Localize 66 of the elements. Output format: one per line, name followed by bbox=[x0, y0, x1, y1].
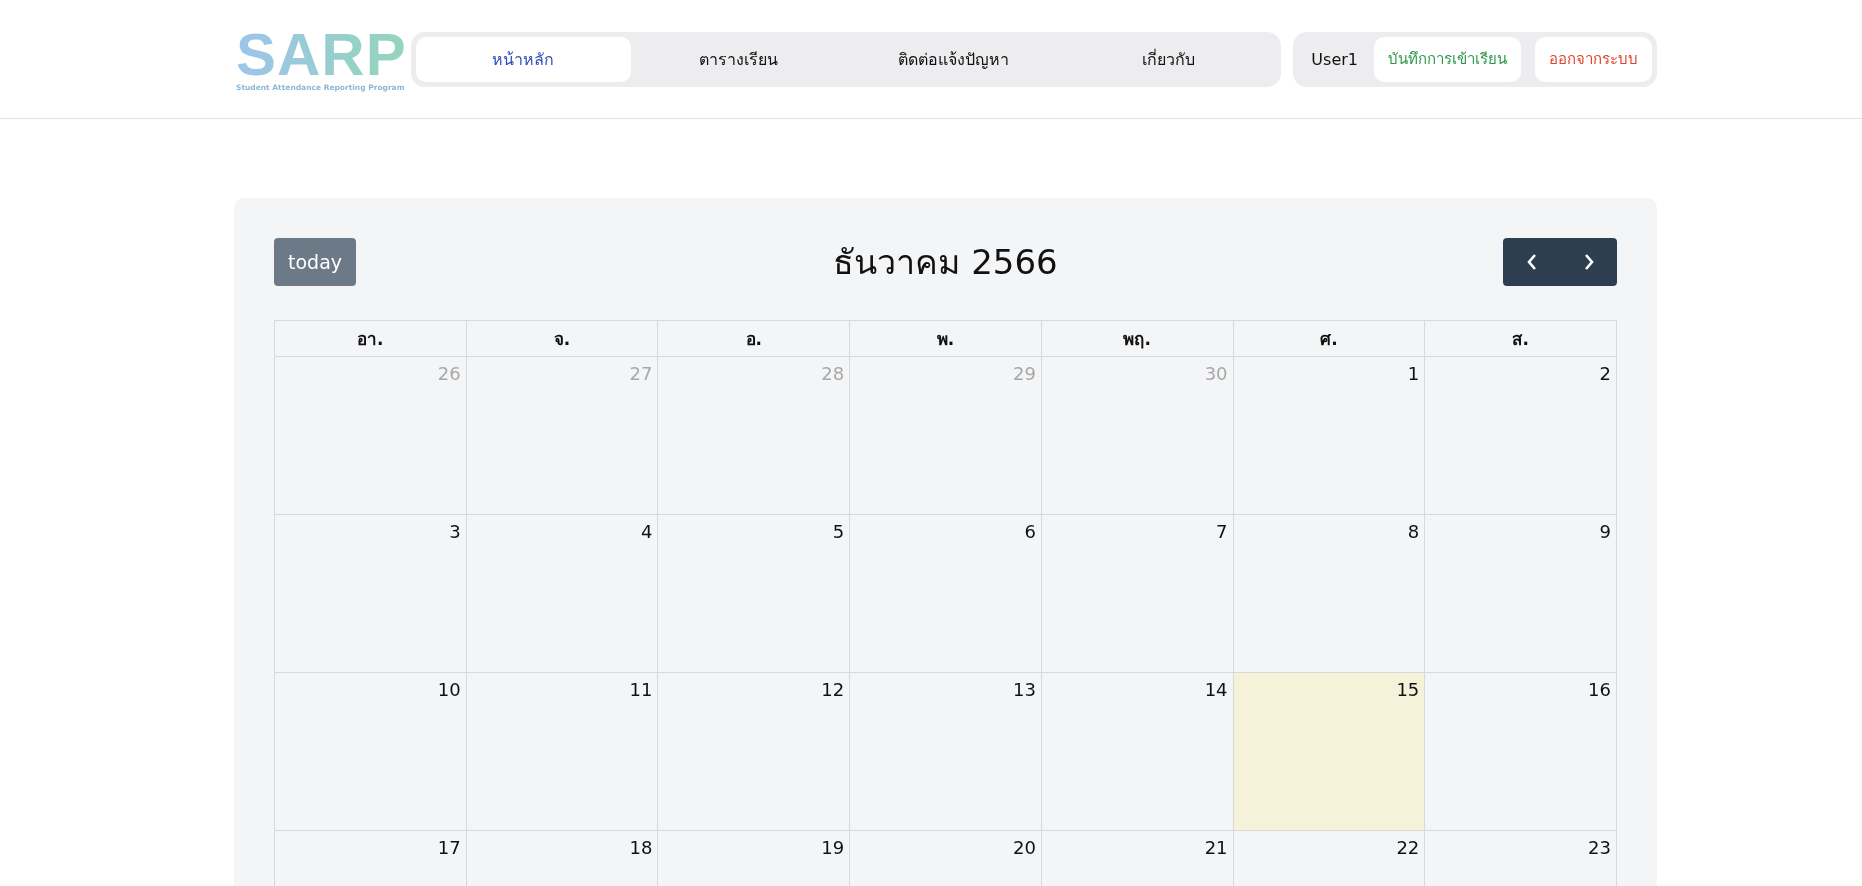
day-number: 27 bbox=[629, 363, 653, 384]
day-cell[interactable]: 7 bbox=[1041, 515, 1234, 673]
day-number: 9 bbox=[1599, 521, 1611, 542]
weekday-header: อ. bbox=[658, 321, 851, 357]
day-cell[interactable]: 12 bbox=[658, 673, 851, 831]
record-attendance-button[interactable]: บันทึกการเข้าเรียน bbox=[1374, 36, 1521, 82]
weekday-header: ส. bbox=[1425, 321, 1617, 357]
day-number: 23 bbox=[1588, 837, 1611, 858]
day-cell[interactable]: 4 bbox=[466, 515, 659, 673]
nav-tab[interactable]: ติดต่อแจ้งปัญหา bbox=[846, 36, 1062, 82]
day-number: 15 bbox=[1396, 679, 1420, 700]
logout-button[interactable]: ออกจากระบบ bbox=[1535, 36, 1652, 82]
day-cell[interactable]: 14 bbox=[1041, 673, 1234, 831]
day-number: 5 bbox=[832, 521, 845, 542]
day-cell[interactable]: 3 bbox=[275, 515, 467, 673]
nav-tab[interactable]: เกี่ยวกับ bbox=[1061, 36, 1277, 82]
day-number: 3 bbox=[449, 521, 461, 542]
weekday-header: พฤ. bbox=[1041, 321, 1234, 357]
day-cell[interactable]: 19 bbox=[658, 831, 851, 886]
day-number: 29 bbox=[1012, 363, 1036, 384]
day-number: 13 bbox=[1012, 679, 1036, 700]
day-number: 2 bbox=[1599, 363, 1611, 384]
day-cell[interactable]: 17 bbox=[275, 831, 467, 886]
day-number: 11 bbox=[629, 679, 653, 700]
day-number: 7 bbox=[1216, 521, 1228, 542]
day-number: 20 bbox=[1012, 837, 1036, 858]
day-cell[interactable]: 11 bbox=[466, 673, 659, 831]
day-cell[interactable]: 18 bbox=[466, 831, 659, 886]
day-number: 6 bbox=[1024, 521, 1036, 542]
day-number: 1 bbox=[1407, 363, 1420, 384]
weekday-header: อา. bbox=[275, 321, 467, 357]
day-number: 21 bbox=[1204, 837, 1228, 858]
day-cell[interactable]: 2 bbox=[1425, 357, 1617, 515]
day-number: 10 bbox=[437, 679, 461, 700]
user-name: User1 bbox=[1311, 49, 1358, 69]
weekday-header: ศ. bbox=[1233, 321, 1426, 357]
day-cell[interactable]: 5 bbox=[658, 515, 851, 673]
day-cell[interactable]: 6 bbox=[850, 515, 1042, 673]
day-cell[interactable]: 23 bbox=[1425, 831, 1617, 886]
day-cell[interactable]: 9 bbox=[1425, 515, 1617, 673]
day-number: 26 bbox=[437, 363, 461, 384]
day-cell[interactable]: 22 bbox=[1233, 831, 1426, 886]
weekday-header: พ. bbox=[850, 321, 1042, 357]
day-number: 12 bbox=[821, 679, 845, 700]
month-title: ธันวาคม 2566 bbox=[833, 241, 1058, 284]
day-cell[interactable]: 15 bbox=[1233, 673, 1426, 831]
day-cell[interactable]: 20 bbox=[850, 831, 1042, 886]
day-number: 4 bbox=[640, 521, 653, 542]
day-number: 18 bbox=[629, 837, 653, 858]
day-cell[interactable]: 1 bbox=[1233, 357, 1426, 515]
nav-tab[interactable]: ตารางเรียน bbox=[630, 36, 846, 82]
day-cell[interactable]: 10 bbox=[275, 673, 467, 831]
day-number: 14 bbox=[1204, 679, 1228, 700]
nav-tab[interactable]: หน้าหลัก bbox=[415, 36, 631, 82]
day-cell[interactable]: 21 bbox=[1041, 831, 1234, 886]
today-button[interactable]: today bbox=[274, 238, 357, 286]
day-number: 30 bbox=[1204, 363, 1228, 384]
day-number: 22 bbox=[1396, 837, 1420, 858]
day-number: 8 bbox=[1407, 521, 1420, 542]
weekday-header: จ. bbox=[466, 321, 659, 357]
day-cell[interactable]: 13 bbox=[850, 673, 1042, 831]
day-number: 16 bbox=[1588, 679, 1611, 700]
day-cell[interactable]: 16 bbox=[1425, 673, 1617, 831]
day-number: 28 bbox=[821, 363, 845, 384]
day-number: 17 bbox=[437, 837, 461, 858]
day-number: 19 bbox=[821, 837, 845, 858]
